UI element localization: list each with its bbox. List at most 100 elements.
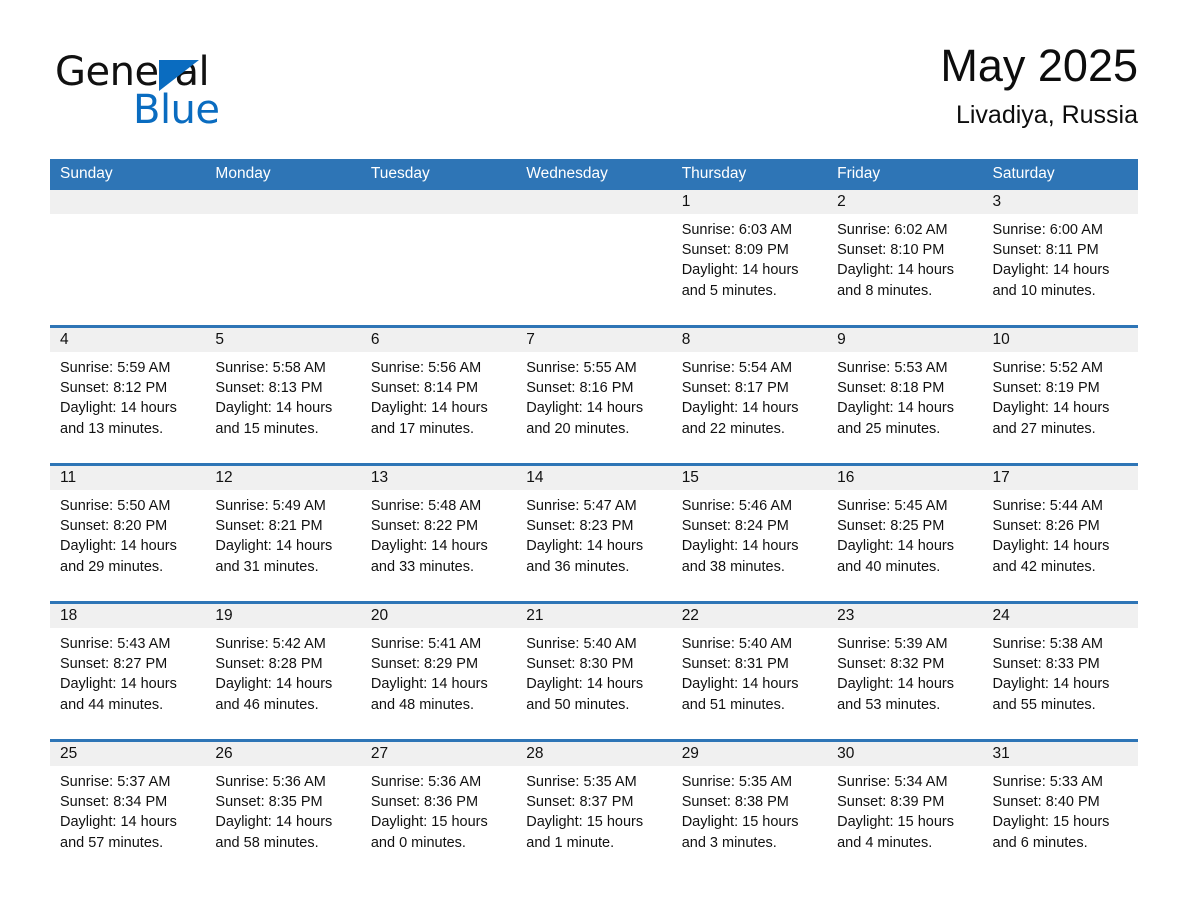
daylight-text-line2: and 42 minutes.: [992, 558, 1096, 575]
day-details: [361, 214, 516, 220]
week-row: 18 Sunrise: 5:43 AM Sunset: 8:27 PM Dayl…: [50, 601, 1138, 739]
sunset-text: Sunset: 8:23 PM: [526, 518, 634, 535]
day-cell[interactable]: 8 Sunrise: 5:54 AM Sunset: 8:17 PM Dayli…: [671, 328, 828, 463]
day-number: 16: [827, 466, 983, 490]
weekday-header-wednesday: Wednesday: [526, 165, 608, 182]
sunset-text: Sunset: 8:28 PM: [215, 656, 323, 673]
day-details: Sunrise: 5:46 AM Sunset: 8:24 PM Dayligh…: [672, 490, 827, 577]
day-details: Sunrise: 6:03 AM Sunset: 8:09 PM Dayligh…: [672, 214, 827, 301]
calendar-grid: Sunday Monday Tuesday Wednesday Thursday…: [50, 159, 1138, 868]
weekday-header-tuesday: Tuesday: [370, 165, 430, 182]
sunset-text: Sunset: 8:33 PM: [992, 656, 1100, 673]
daylight-text-line1: Daylight: 15 hours: [992, 814, 1110, 831]
daylight-text-line1: Daylight: 14 hours: [526, 400, 644, 417]
daylight-text-line1: Daylight: 14 hours: [526, 538, 644, 555]
day-cell[interactable]: 24 Sunrise: 5:38 AM Sunset: 8:33 PM Dayl…: [982, 604, 1138, 739]
day-details: Sunrise: 5:56 AM Sunset: 8:14 PM Dayligh…: [361, 352, 516, 439]
day-details: Sunrise: 5:49 AM Sunset: 8:21 PM Dayligh…: [205, 490, 360, 577]
daylight-text-line1: Daylight: 14 hours: [60, 676, 177, 693]
day-cell[interactable]: 22 Sunrise: 5:40 AM Sunset: 8:31 PM Dayl…: [671, 604, 828, 739]
day-cell[interactable]: 19 Sunrise: 5:42 AM Sunset: 8:28 PM Dayl…: [205, 604, 361, 739]
day-cell[interactable]: 15 Sunrise: 5:46 AM Sunset: 8:24 PM Dayl…: [671, 466, 828, 601]
day-details: Sunrise: 6:02 AM Sunset: 8:10 PM Dayligh…: [827, 214, 982, 301]
day-details: Sunrise: 5:42 AM Sunset: 8:28 PM Dayligh…: [205, 628, 360, 715]
daylight-text-line2: and 50 minutes.: [526, 696, 630, 713]
day-cell[interactable]: 27 Sunrise: 5:36 AM Sunset: 8:36 PM Dayl…: [360, 742, 517, 868]
sunset-text: Sunset: 8:39 PM: [837, 794, 945, 811]
sunrise-text: Sunrise: 5:58 AM: [215, 360, 326, 376]
day-cell[interactable]: 31 Sunrise: 5:33 AM Sunset: 8:40 PM Dayl…: [982, 742, 1138, 868]
daylight-text-line1: Daylight: 14 hours: [837, 400, 954, 417]
day-cell[interactable]: 29 Sunrise: 5:35 AM Sunset: 8:38 PM Dayl…: [671, 742, 828, 868]
daylight-text-line1: Daylight: 14 hours: [60, 814, 177, 831]
day-cell[interactable]: 20 Sunrise: 5:41 AM Sunset: 8:29 PM Dayl…: [360, 604, 517, 739]
daylight-text-line1: Daylight: 14 hours: [60, 538, 177, 555]
day-cell[interactable]: 13 Sunrise: 5:48 AM Sunset: 8:22 PM Dayl…: [360, 466, 517, 601]
daylight-text-line1: Daylight: 15 hours: [370, 814, 488, 831]
day-number: 30: [827, 742, 983, 766]
day-details: Sunrise: 6:00 AM Sunset: 8:11 PM Dayligh…: [983, 214, 1138, 301]
day-cell[interactable]: 25 Sunrise: 5:37 AM Sunset: 8:34 PM Dayl…: [50, 742, 206, 868]
day-number: 9: [827, 328, 983, 352]
day-cell[interactable]: 11 Sunrise: 5:50 AM Sunset: 8:20 PM Dayl…: [50, 466, 206, 601]
sunrise-text: Sunrise: 5:45 AM: [837, 498, 948, 514]
sunrise-text: Sunrise: 5:41 AM: [370, 636, 482, 652]
sunset-text: Sunset: 8:21 PM: [215, 518, 323, 535]
sunset-text: Sunset: 8:10 PM: [837, 242, 945, 259]
sunrise-text: Sunrise: 5:34 AM: [837, 774, 948, 790]
day-cell[interactable]: 9 Sunrise: 5:53 AM Sunset: 8:18 PM Dayli…: [827, 328, 983, 463]
daylight-text-line1: Daylight: 14 hours: [837, 538, 954, 555]
day-cell[interactable]: 2 Sunrise: 6:02 AM Sunset: 8:10 PM Dayli…: [827, 190, 983, 325]
day-cell[interactable]: 21 Sunrise: 5:40 AM Sunset: 8:30 PM Dayl…: [516, 604, 672, 739]
day-number: 14: [516, 466, 672, 490]
day-cell[interactable]: 6 Sunrise: 5:56 AM Sunset: 8:14 PM Dayli…: [360, 328, 517, 463]
day-cell[interactable]: 7 Sunrise: 5:55 AM Sunset: 8:16 PM Dayli…: [516, 328, 672, 463]
day-cell[interactable]: [516, 190, 672, 325]
day-number: 22: [671, 604, 828, 628]
sunset-text: Sunset: 8:24 PM: [681, 518, 789, 535]
daylight-text-line2: and 29 minutes.: [60, 558, 164, 575]
sunrise-text: Sunrise: 6:02 AM: [837, 222, 948, 238]
day-cell[interactable]: 18 Sunrise: 5:43 AM Sunset: 8:27 PM Dayl…: [50, 604, 206, 739]
day-cell[interactable]: 30 Sunrise: 5:34 AM Sunset: 8:39 PM Dayl…: [827, 742, 983, 868]
sunset-text: Sunset: 8:40 PM: [992, 794, 1100, 811]
day-details: Sunrise: 5:53 AM Sunset: 8:18 PM Dayligh…: [827, 352, 982, 439]
day-cell[interactable]: 23 Sunrise: 5:39 AM Sunset: 8:32 PM Dayl…: [827, 604, 983, 739]
day-number: [205, 190, 361, 214]
daylight-text-line1: Daylight: 14 hours: [837, 262, 954, 279]
day-details: Sunrise: 5:41 AM Sunset: 8:29 PM Dayligh…: [361, 628, 516, 715]
daylight-text-line2: and 27 minutes.: [992, 420, 1096, 437]
sunset-text: Sunset: 8:30 PM: [526, 656, 634, 673]
day-number: 3: [982, 190, 1138, 214]
day-cell[interactable]: 4 Sunrise: 5:59 AM Sunset: 8:12 PM Dayli…: [50, 328, 206, 463]
day-number: 27: [360, 742, 517, 766]
day-details: Sunrise: 5:33 AM Sunset: 8:40 PM Dayligh…: [983, 766, 1138, 853]
day-cell[interactable]: 3 Sunrise: 6:00 AM Sunset: 8:11 PM Dayli…: [982, 190, 1138, 325]
day-number: 2: [827, 190, 983, 214]
day-number: 23: [827, 604, 983, 628]
day-cell[interactable]: 26 Sunrise: 5:36 AM Sunset: 8:35 PM Dayl…: [205, 742, 361, 868]
daylight-text-line1: Daylight: 14 hours: [992, 676, 1110, 693]
daylight-text-line2: and 25 minutes.: [837, 420, 941, 437]
day-cell[interactable]: 17 Sunrise: 5:44 AM Sunset: 8:26 PM Dayl…: [982, 466, 1138, 601]
day-cell[interactable]: 1 Sunrise: 6:03 AM Sunset: 8:09 PM Dayli…: [671, 190, 828, 325]
day-cell[interactable]: 14 Sunrise: 5:47 AM Sunset: 8:23 PM Dayl…: [516, 466, 672, 601]
day-cell[interactable]: 28 Sunrise: 5:35 AM Sunset: 8:37 PM Dayl…: [516, 742, 672, 868]
sunset-text: Sunset: 8:14 PM: [370, 380, 479, 397]
day-number: 15: [671, 466, 828, 490]
day-cell[interactable]: 16 Sunrise: 5:45 AM Sunset: 8:25 PM Dayl…: [827, 466, 983, 601]
day-cell[interactable]: 12 Sunrise: 5:49 AM Sunset: 8:21 PM Dayl…: [205, 466, 361, 601]
day-number: 18: [50, 604, 206, 628]
day-cell[interactable]: 10 Sunrise: 5:52 AM Sunset: 8:19 PM Dayl…: [982, 328, 1138, 463]
day-cell[interactable]: 5 Sunrise: 5:58 AM Sunset: 8:13 PM Dayli…: [205, 328, 361, 463]
location-subtitle: Livadiya, Russia: [955, 101, 1138, 129]
daylight-text-line2: and 0 minutes.: [370, 834, 466, 851]
sunset-text: Sunset: 8:34 PM: [60, 794, 168, 811]
daylight-text-line1: Daylight: 14 hours: [370, 538, 488, 555]
day-cell[interactable]: [50, 190, 206, 325]
day-cell[interactable]: [360, 190, 517, 325]
sunrise-text: Sunrise: 6:03 AM: [681, 222, 793, 238]
daylight-text-line1: Daylight: 14 hours: [681, 676, 799, 693]
generalblue-logo[interactable]: General Blue: [55, 50, 415, 146]
day-cell[interactable]: [205, 190, 361, 325]
